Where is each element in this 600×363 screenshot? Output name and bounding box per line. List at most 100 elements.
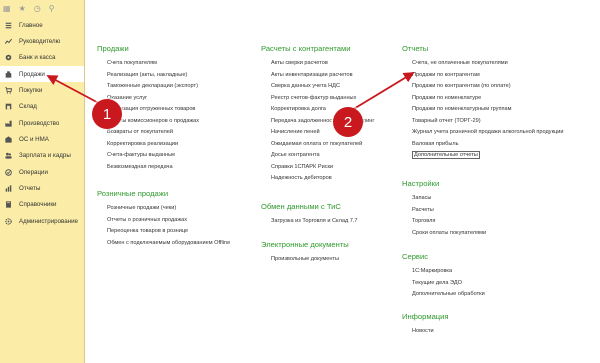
sidebar-item-label: Зарплата и кадры <box>19 152 71 160</box>
sidebar-item[interactable]: Зарплата и кадры <box>0 148 84 164</box>
building-icon <box>5 136 12 143</box>
sidebar-item-label: Руководителю <box>19 38 61 46</box>
chart-line-icon <box>5 38 12 45</box>
menu-link-label: 1С:Маркировка <box>412 268 453 274</box>
menu-link[interactable]: Безвозмездная передача <box>107 162 199 174</box>
list-icon <box>5 22 12 29</box>
section-title[interactable]: Расчеты с контрагентами <box>261 44 374 53</box>
menu-link[interactable]: 1С:Маркировка <box>412 266 485 278</box>
sidebar-item[interactable]: Продажи <box>0 66 84 83</box>
section-list: Новости <box>402 326 449 338</box>
menu-link[interactable]: Реализация (акты, накладные) <box>107 70 199 82</box>
section-retail-sales: Розничные продажи Розничные продажи (чек… <box>97 189 230 249</box>
section-title[interactable]: Продажи <box>97 44 199 53</box>
section-information: Информация Новости <box>402 312 449 338</box>
menu-link-label: Корректировка долга <box>271 106 326 112</box>
menu-link-label: Журнал учета розничной продажи алкогольн… <box>412 129 564 135</box>
menu-link[interactable]: Таможенные декларации (экспорт) <box>107 81 199 93</box>
section-title[interactable]: Электронные документы <box>261 240 349 249</box>
menu-link[interactable]: Обмен с подключаемым оборудованием Offli… <box>107 238 230 250</box>
menu-link-label: Сроки оплаты покупателями <box>412 229 487 236</box>
section-tis-exchange: Обмен данными с ТиС Загрузка из Торговля… <box>261 202 358 228</box>
sidebar-item[interactable]: Отчеты <box>0 180 84 196</box>
menu-link[interactable]: Продажи по номенклатурным группам <box>412 104 563 116</box>
menu-link[interactable]: Продажи по контрагентам (по оплате) <box>412 81 563 93</box>
history-icon[interactable]: ◷ <box>34 4 41 13</box>
menu-link-label: Розничные продажи (чеки) <box>107 205 177 211</box>
menu-link[interactable]: Сроки оплаты покупателями <box>412 228 486 240</box>
section-title[interactable]: Розничные продажи <box>97 189 230 198</box>
menu-link[interactable]: Реестр счетов-фактур выданных <box>271 93 374 105</box>
menu-link-label: Отчеты о розничных продажах <box>107 216 188 223</box>
menu-link[interactable]: Валовая прибыль <box>412 139 563 151</box>
sidebar-item-label: Покупки <box>19 87 43 95</box>
sidebar-item[interactable]: Склад <box>0 99 84 115</box>
menu-link[interactable]: Досье контрагента <box>271 150 374 162</box>
menu-link-label: Обмен с подключаемым оборудованием Offli… <box>107 239 231 246</box>
menu-link[interactable]: Розничные продажи (чеки) <box>107 203 230 215</box>
menu-link[interactable]: Товарный отчет (ТОРГ-29) <box>412 116 563 128</box>
menu-link[interactable]: Возвраты от покупателей <box>107 127 199 139</box>
section-title[interactable]: Сервис <box>402 252 485 261</box>
menu-link[interactable]: Текущие дела ЭДО <box>412 278 485 290</box>
menu-link[interactable]: Новости <box>412 326 449 338</box>
section-title[interactable]: Информация <box>402 312 449 321</box>
menu-link-label: Счета покупателям <box>107 60 158 66</box>
menu-link-label: Произвольные документы <box>271 256 340 262</box>
sidebar-item[interactable]: Покупки <box>0 82 84 98</box>
menu-link[interactable]: Дополнительные отчеты <box>412 150 563 162</box>
menu-link[interactable]: Корректировка реализации <box>107 139 199 151</box>
section-list: Счета, не оплаченные покупателями Продажи… <box>402 58 563 162</box>
menu-link[interactable]: Запасы <box>412 193 486 205</box>
sidebar-item[interactable]: Банк и касса <box>0 50 84 66</box>
menu-link[interactable]: Загрузка из Торговля и Склад 7.7 <box>271 216 358 228</box>
sidebar-item[interactable]: Производство <box>0 115 84 131</box>
menu-link[interactable]: Счета-фактуры выданные <box>107 150 199 162</box>
menu-link-label: Корректировка реализации <box>107 140 179 147</box>
menu-link-label: Реестр счетов-фактур выданных <box>271 94 357 101</box>
menu-link-label: Торговля <box>412 218 436 224</box>
menu-link[interactable]: Справки 1СПАРК Риски <box>271 162 374 174</box>
menu-link[interactable]: Отчеты о розничных продажах <box>107 215 230 227</box>
menu-link[interactable]: Продажи по контрагентам <box>412 70 563 82</box>
menu-link[interactable]: Сверка данных учета НДС <box>271 81 374 93</box>
sidebar-item[interactable]: Администрирование <box>0 213 84 229</box>
sidebar-item-label: ОС и НМА <box>19 136 49 144</box>
menu-link-label: Текущие дела ЭДО <box>412 279 463 286</box>
menu-link[interactable]: Дополнительные обработки <box>412 289 485 301</box>
menu-link-label: Счета, не оплаченные покупателями <box>412 60 508 66</box>
menu-link[interactable]: Продажи по номенклатуре <box>412 93 563 105</box>
menu-link[interactable]: Произвольные документы <box>271 254 349 266</box>
menu-link[interactable]: Переоценка товаров в рознице <box>107 226 230 238</box>
section-title[interactable]: Настройки <box>402 179 486 188</box>
menu-link[interactable]: Счета, не оплаченные покупателями <box>412 58 563 70</box>
menu-link[interactable]: Расчеты <box>412 205 486 217</box>
section-title[interactable]: Отчеты <box>402 44 563 53</box>
sidebar-item[interactable]: ОС и НМА <box>0 131 84 147</box>
grid-icon[interactable]: ▦ <box>3 4 11 13</box>
menu-link[interactable]: Акты инвентаризации расчетов <box>271 70 374 82</box>
people-icon <box>5 152 12 160</box>
menu-link-label: Новости <box>412 328 434 334</box>
menu-link[interactable]: Счета покупателям <box>107 58 199 70</box>
menu-link[interactable]: Торговля <box>412 216 486 228</box>
search-icon[interactable]: ⚲ <box>49 4 55 13</box>
sidebar-item[interactable]: Главное <box>0 17 84 33</box>
factory-icon <box>5 120 12 127</box>
menu-link[interactable]: Оказание услуг <box>107 93 199 105</box>
section-title[interactable]: Обмен данными с ТиС <box>261 202 358 211</box>
menu-link-label: Досье контрагента <box>271 152 320 158</box>
menu-link[interactable]: Ожидаемая оплата от покупателей <box>271 139 374 151</box>
sidebar-item-label: Банк и касса <box>19 54 56 62</box>
sidebar-item[interactable]: Операции <box>0 164 84 180</box>
menu-link[interactable]: Надежность дебиторов <box>271 173 374 185</box>
menu-link[interactable]: Журнал учета розничной продажи алкогольн… <box>412 127 563 139</box>
sidebar-item[interactable]: Справочники <box>0 197 84 213</box>
sidebar-item[interactable]: Руководителю <box>0 33 84 49</box>
menu-link-label: Начисление пеней <box>271 129 320 135</box>
menu-link[interactable]: Акты сверки расчетов <box>271 58 374 70</box>
menu-link-label: Продажи по контрагентам <box>412 71 480 78</box>
star-icon[interactable]: ★ <box>19 4 26 13</box>
bank-icon <box>5 54 12 61</box>
sidebar-item-label: Отчеты <box>19 185 41 193</box>
